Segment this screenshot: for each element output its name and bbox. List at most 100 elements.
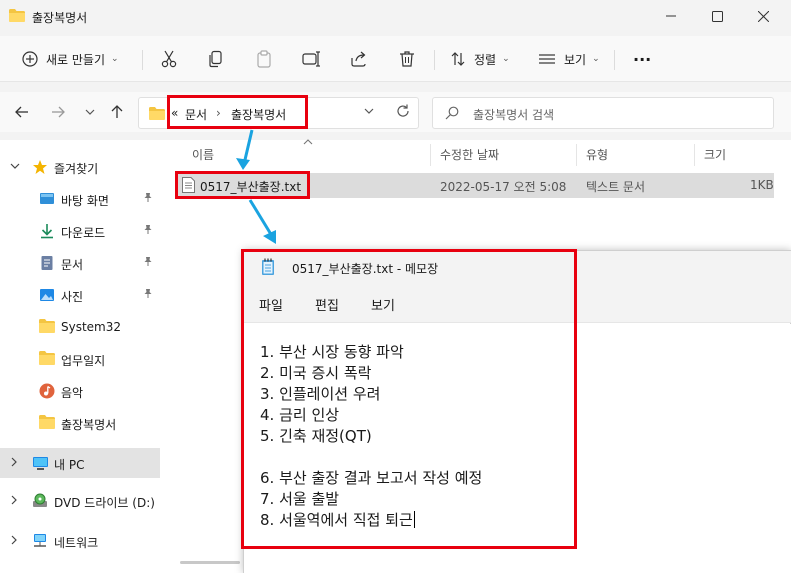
sidebar-item-label: 음악 — [61, 386, 84, 400]
arrow-down-icon — [236, 129, 254, 170]
list-view-icon — [539, 54, 555, 64]
folder-icon — [9, 9, 25, 22]
sidebar-item-dvd-drive[interactable]: DVD 드라이브 (D:) — [0, 486, 160, 516]
sidebar-item-downloads[interactable]: 다운로드 — [0, 216, 160, 246]
column-header-modified[interactable]: 수정한 날짜 — [440, 146, 499, 163]
sidebar-item-label: 즐겨찾기 — [54, 162, 99, 176]
chevron-down-icon — [85, 109, 95, 115]
pin-icon — [143, 256, 153, 269]
sidebar-item-label: 네트워크 — [54, 536, 99, 550]
sidebar-item-business-trip-report[interactable]: 출장복명서 — [0, 408, 160, 438]
refresh-button[interactable] — [396, 104, 410, 122]
column-header-type[interactable]: 유형 — [586, 146, 608, 163]
chevron-right-icon[interactable] — [10, 535, 18, 548]
address-dropdown-button[interactable] — [364, 105, 374, 118]
new-button[interactable]: 새로 만들기 ⌄ — [22, 44, 119, 74]
annotation-box-address — [167, 95, 308, 129]
cut-button[interactable] — [160, 44, 178, 74]
chevron-down-icon — [364, 108, 374, 114]
sidebar-item-label: 출장복명서 — [61, 418, 117, 432]
sidebar-item-favorites[interactable]: 즐겨찾기 — [0, 152, 160, 182]
title-bar: 출장복명서 — [0, 0, 791, 32]
paste-button[interactable] — [255, 44, 273, 74]
chevron-down-icon: ⌄ — [502, 54, 510, 64]
view-button[interactable]: 보기 ⌄ — [538, 44, 600, 74]
sidebar-item-label: DVD 드라이브 (D:) — [54, 496, 155, 510]
close-icon — [757, 10, 769, 22]
arrow-right-icon — [52, 106, 65, 118]
pc-icon — [32, 455, 48, 471]
share-icon — [351, 51, 366, 67]
desktop-icon — [39, 191, 55, 207]
recent-locations-button[interactable] — [80, 102, 100, 122]
forward-button[interactable] — [48, 102, 68, 122]
sidebar-item-label: 내 PC — [54, 458, 85, 472]
column-divider[interactable] — [694, 144, 695, 166]
arrow-left-icon — [15, 106, 28, 118]
chevron-right-icon[interactable] — [10, 495, 18, 508]
column-divider[interactable] — [430, 144, 431, 166]
chevron-down-icon: ⌄ — [592, 54, 600, 64]
sidebar-item-system32[interactable]: System32 — [0, 312, 160, 342]
copy-icon — [209, 50, 222, 68]
sort-label: 정렬 — [474, 52, 497, 67]
document-icon — [39, 255, 55, 271]
sidebar-item-network[interactable]: 네트워크 — [0, 526, 160, 556]
delete-button[interactable] — [398, 44, 416, 74]
sidebar-item-this-pc[interactable]: 내 PC — [0, 448, 160, 478]
refresh-icon — [397, 104, 409, 117]
sidebar-item-desktop[interactable]: 바탕 화면 — [0, 184, 160, 214]
chevron-down-icon[interactable] — [10, 162, 20, 173]
column-divider[interactable] — [576, 144, 577, 166]
maximize-button[interactable] — [694, 0, 740, 32]
folder-icon — [39, 415, 55, 431]
sidebar-item-pictures[interactable]: 사진 — [0, 280, 160, 310]
sort-ascending-icon — [303, 138, 313, 149]
sidebar-item-label: 다운로드 — [61, 226, 106, 240]
sidebar-item-label: 바탕 화면 — [61, 194, 109, 208]
minimize-button[interactable] — [648, 0, 694, 32]
pictures-icon — [39, 287, 55, 303]
arrow-up-icon — [111, 105, 123, 118]
rename-icon — [302, 51, 320, 67]
sidebar-item-work-log[interactable]: 업무일지 — [0, 344, 160, 374]
window-title: 출장복명서 — [32, 11, 88, 25]
column-header-name[interactable]: 이름 — [192, 146, 214, 163]
horizontal-scrollbar[interactable] — [180, 561, 240, 564]
pin-icon — [143, 224, 153, 237]
navigation-pane: 즐겨찾기 바탕 화면 다운로드 문서 사진 System32 업무일지 음악 출… — [0, 140, 160, 573]
file-size: 1KB — [750, 178, 774, 192]
maximize-icon — [711, 10, 723, 22]
copy-button[interactable] — [207, 44, 225, 74]
divider — [142, 50, 143, 70]
download-icon — [39, 223, 55, 239]
dvd-icon — [32, 493, 48, 509]
sort-button[interactable]: 정렬 ⌄ — [450, 44, 510, 74]
sidebar-item-label: System32 — [61, 320, 122, 334]
search-input[interactable]: 출장복명서 검색 — [432, 97, 774, 129]
pin-icon — [143, 288, 153, 301]
file-modified: 2022-05-17 오전 5:08 — [440, 180, 567, 194]
sidebar-item-music[interactable]: 음악 — [0, 376, 160, 406]
more-button[interactable]: ··· — [633, 44, 651, 74]
network-icon — [32, 533, 48, 549]
annotation-box-file — [175, 171, 310, 199]
close-button[interactable] — [740, 0, 786, 32]
file-type: 텍스트 문서 — [586, 180, 646, 194]
folder-icon — [39, 319, 55, 335]
sidebar-item-documents[interactable]: 문서 — [0, 248, 160, 278]
sort-icon — [451, 52, 465, 66]
pin-icon — [143, 192, 153, 205]
column-header-size[interactable]: 크기 — [704, 146, 726, 163]
rename-button[interactable] — [302, 44, 322, 74]
chevron-right-icon[interactable] — [10, 457, 18, 470]
divider — [434, 50, 435, 70]
arrow-down-right-icon — [248, 199, 276, 244]
new-label: 새로 만들기 — [46, 52, 106, 67]
scissors-icon — [161, 50, 177, 68]
back-button[interactable] — [12, 102, 32, 122]
up-button[interactable] — [107, 102, 127, 122]
sidebar-item-label: 업무일지 — [61, 354, 106, 368]
annotation-box-notepad — [241, 249, 577, 549]
share-button[interactable] — [350, 44, 368, 74]
